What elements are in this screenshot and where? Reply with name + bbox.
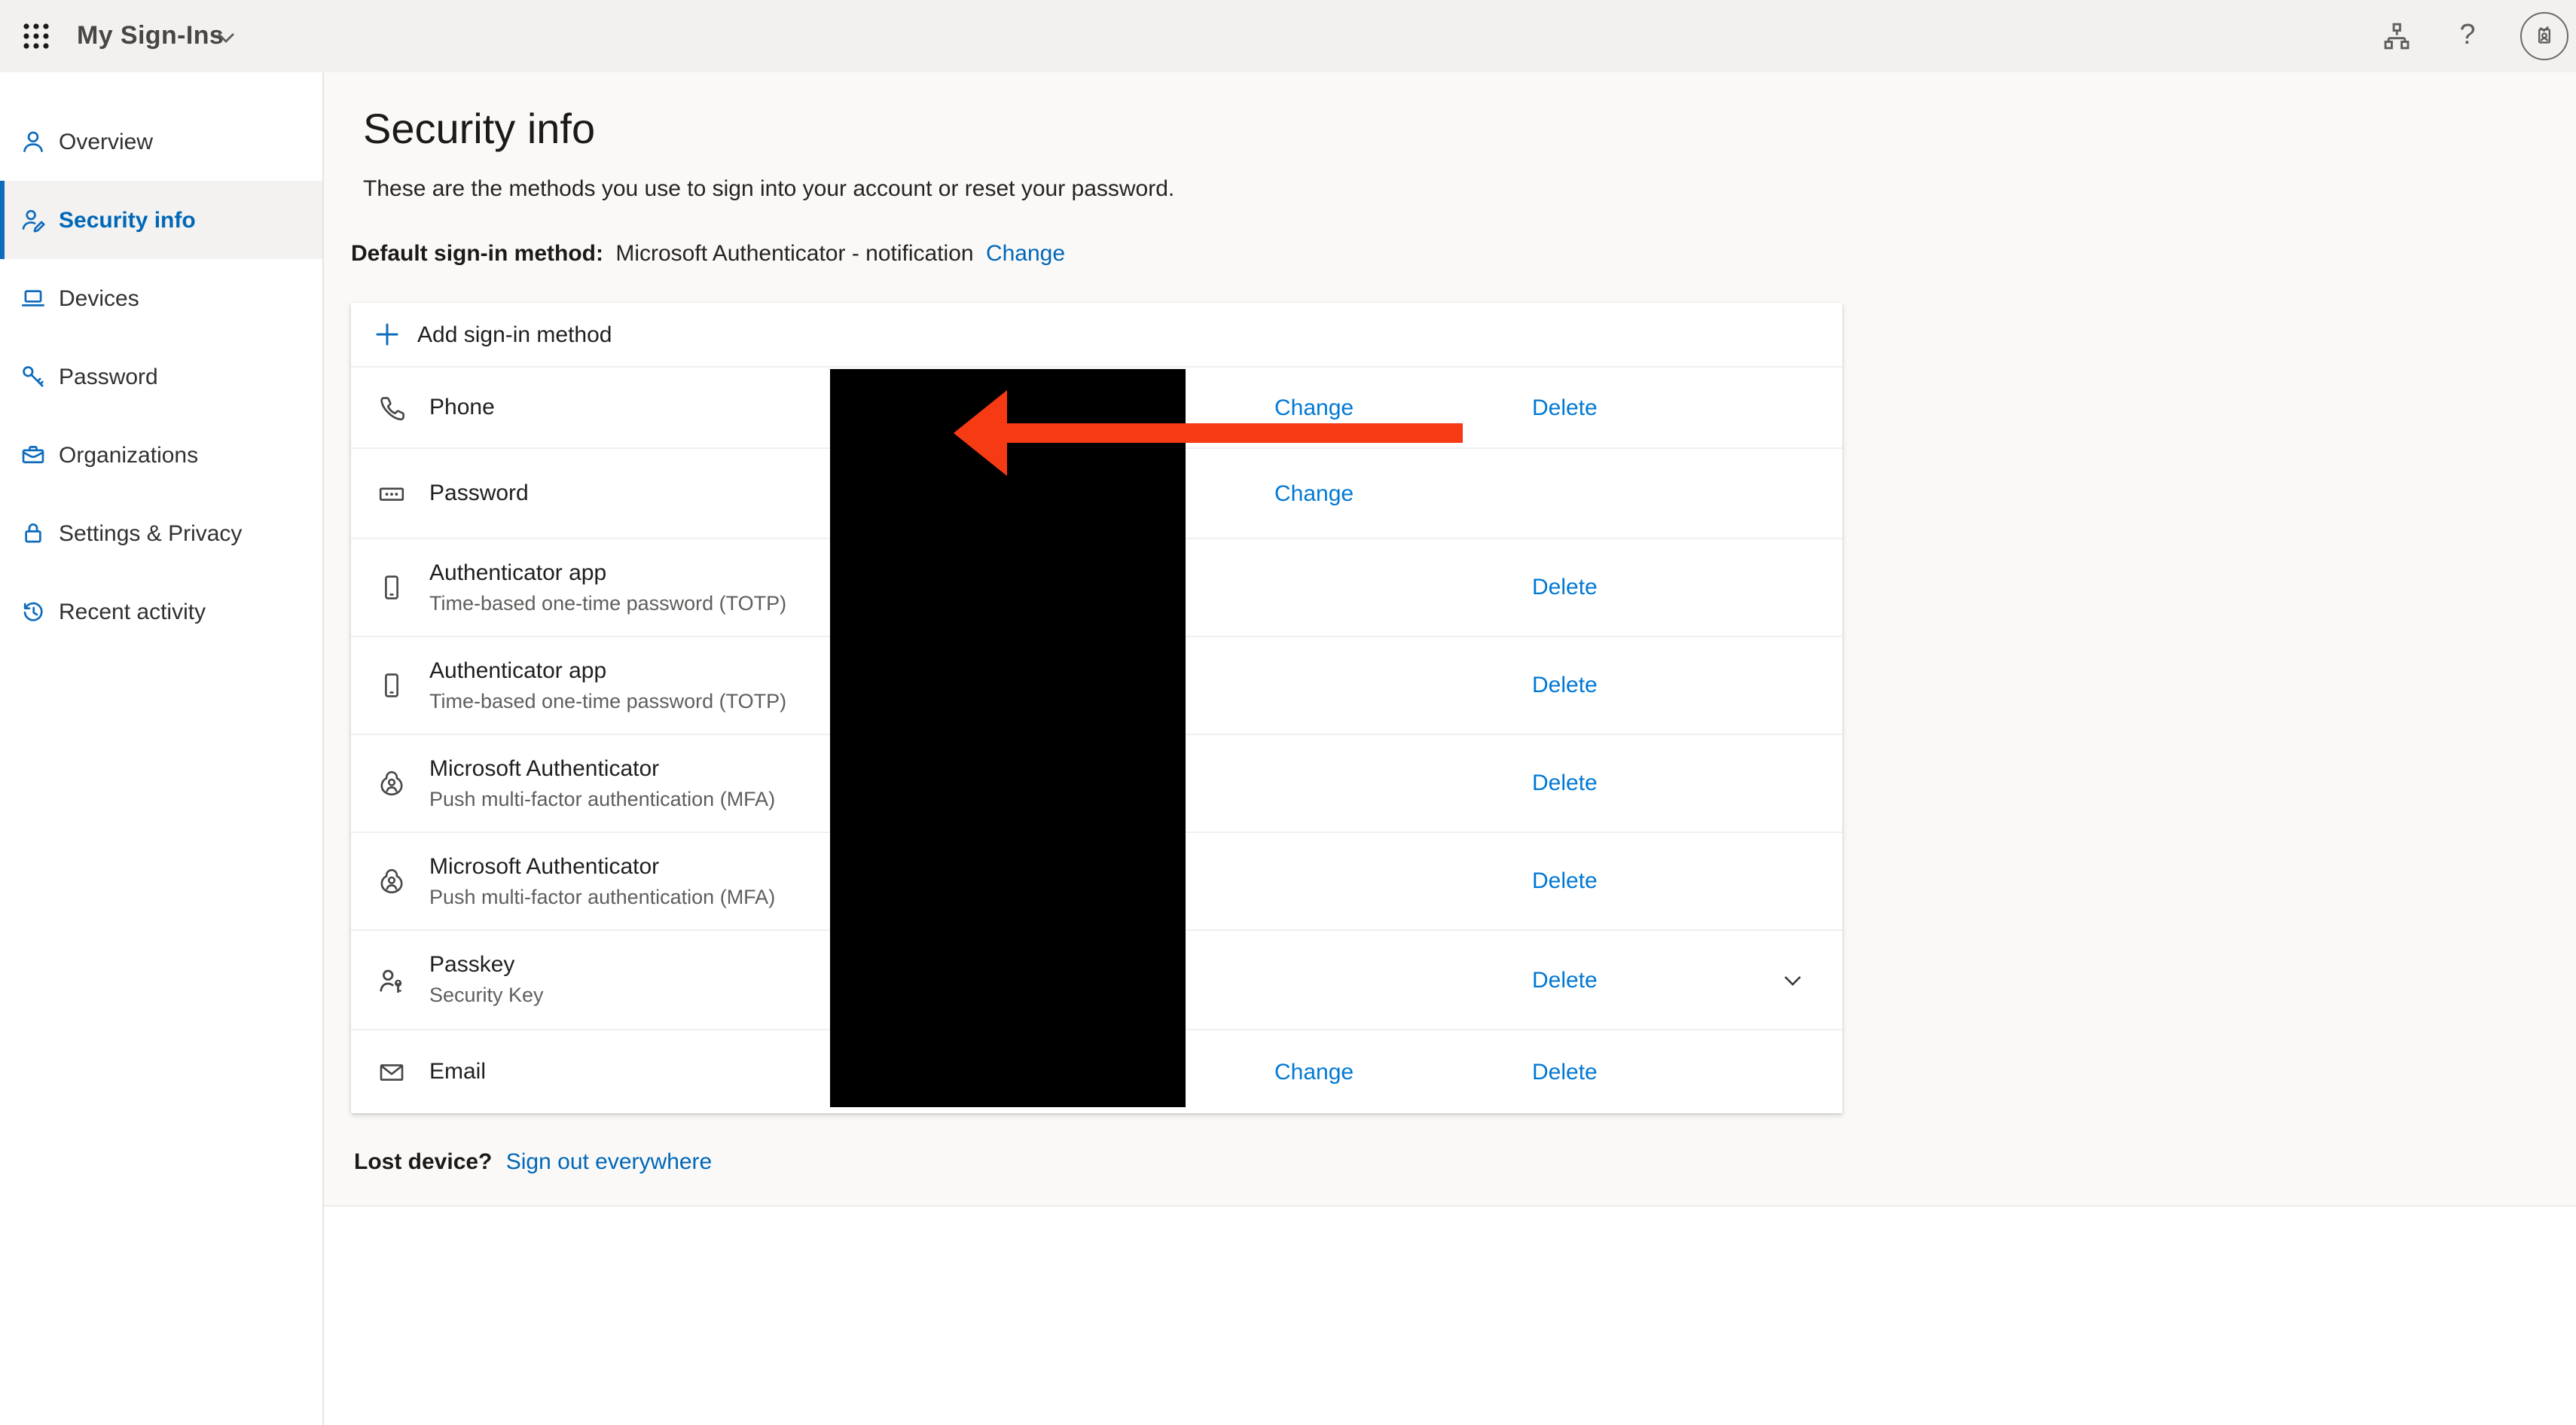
method-name: Passkey — [429, 951, 544, 979]
laptop-icon — [20, 285, 47, 312]
email-icon — [375, 1055, 408, 1088]
method-name: Phone — [429, 393, 495, 422]
sidebar-item-devices[interactable]: Devices — [0, 259, 322, 337]
change-link[interactable]: Change — [1274, 395, 1354, 420]
delete-link[interactable]: Delete — [1532, 1059, 1598, 1085]
my-signins-page: My Sign-Ins ? — [0, 0, 2576, 1425]
sidebar-item-organizations[interactable]: Organizations — [0, 416, 322, 494]
sidebar-item-overview[interactable]: Overview — [0, 102, 322, 181]
chevron-down-icon[interactable] — [1782, 972, 1803, 987]
method-name: Authenticator app — [429, 558, 786, 587]
page-title: Security info — [363, 105, 595, 154]
phone-icon — [375, 391, 408, 424]
delete-link[interactable]: Delete — [1532, 395, 1598, 420]
chevron-down-icon[interactable] — [215, 30, 237, 45]
lost-device-line: Lost device? Sign out everywhere — [354, 1149, 712, 1175]
password-dots-icon — [375, 477, 408, 510]
briefcase-icon — [20, 441, 47, 468]
method-name: Password — [429, 479, 529, 508]
app-title[interactable]: My Sign-Ins — [77, 0, 224, 72]
sidebar-item-settings-privacy[interactable]: Settings & Privacy — [0, 494, 322, 572]
top-bar: My Sign-Ins ? — [0, 0, 2576, 72]
person-icon — [20, 128, 47, 155]
default-change-link[interactable]: Change — [986, 241, 1065, 267]
sidebar: Overview Security info — [0, 72, 324, 1425]
lock-icon — [20, 520, 47, 547]
org-chart-icon[interactable] — [2379, 18, 2415, 54]
history-clock-icon — [20, 598, 47, 625]
method-name: Microsoft Authenticator — [429, 754, 775, 783]
method-name: Microsoft Authenticator — [429, 852, 775, 880]
delete-link[interactable]: Delete — [1532, 575, 1598, 600]
security-info-content: Security info These are the methods you … — [324, 72, 2576, 1207]
passkey-icon — [375, 963, 408, 996]
person-edit-icon — [20, 206, 47, 233]
add-signin-method-button[interactable]: Add sign-in method — [351, 303, 1842, 366]
sidebar-item-security-info[interactable]: Security info — [0, 181, 322, 259]
sidebar-item-label: Overview — [59, 129, 153, 154]
delete-link[interactable]: Delete — [1532, 967, 1598, 993]
plus-icon — [375, 322, 399, 346]
method-name: Authenticator app — [429, 656, 786, 685]
sidebar-item-password[interactable]: Password — [0, 337, 322, 416]
sidebar-item-label: Settings & Privacy — [59, 520, 242, 546]
avatar-badge-icon — [2529, 21, 2559, 51]
delete-link[interactable]: Delete — [1532, 673, 1598, 698]
lost-device-label: Lost device? — [354, 1149, 492, 1175]
sidebar-item-label: Password — [59, 364, 158, 389]
method-detail: Security Key — [429, 982, 544, 1009]
default-signin-value: Microsoft Authenticator - notification — [615, 241, 973, 267]
method-detail: Push multi-factor authentication (MFA) — [429, 883, 775, 911]
sidebar-item-label: Organizations — [59, 442, 198, 468]
add-signin-method-label: Add sign-in method — [417, 322, 612, 347]
app-launcher-icon[interactable] — [20, 20, 53, 53]
sidebar-item-label: Devices — [59, 285, 139, 311]
redaction-box — [830, 369, 1186, 1107]
authenticator-lock-icon — [375, 767, 408, 800]
method-name: Email — [429, 1057, 486, 1086]
authenticator-lock-icon — [375, 865, 408, 898]
avatar[interactable] — [2520, 12, 2568, 60]
change-link[interactable]: Change — [1274, 1059, 1354, 1085]
default-signin-line: Default sign-in method: Microsoft Authen… — [351, 241, 1065, 267]
key-icon — [20, 363, 47, 390]
sign-out-everywhere-link[interactable]: Sign out everywhere — [506, 1149, 713, 1175]
method-detail: Push multi-factor authentication (MFA) — [429, 786, 775, 813]
signin-methods-table: Add sign-in method Phone Change Delete — [351, 303, 1842, 1113]
method-detail: Time-based one-time password (TOTP) — [429, 688, 786, 715]
sidebar-item-label: Recent activity — [59, 599, 206, 624]
default-signin-label: Default sign-in method: — [351, 241, 603, 267]
mobile-device-icon — [375, 571, 408, 604]
change-link[interactable]: Change — [1274, 481, 1354, 506]
sidebar-item-recent-activity[interactable]: Recent activity — [0, 572, 322, 651]
sidebar-item-label: Security info — [59, 207, 196, 233]
delete-link[interactable]: Delete — [1532, 770, 1598, 796]
mobile-device-icon — [375, 669, 408, 702]
page-description: These are the methods you use to sign in… — [363, 176, 1174, 202]
delete-link[interactable]: Delete — [1532, 868, 1598, 894]
method-detail: Time-based one-time password (TOTP) — [429, 590, 786, 617]
sidebar-nav: Overview Security info — [0, 72, 322, 651]
help-icon[interactable]: ? — [2449, 18, 2486, 54]
